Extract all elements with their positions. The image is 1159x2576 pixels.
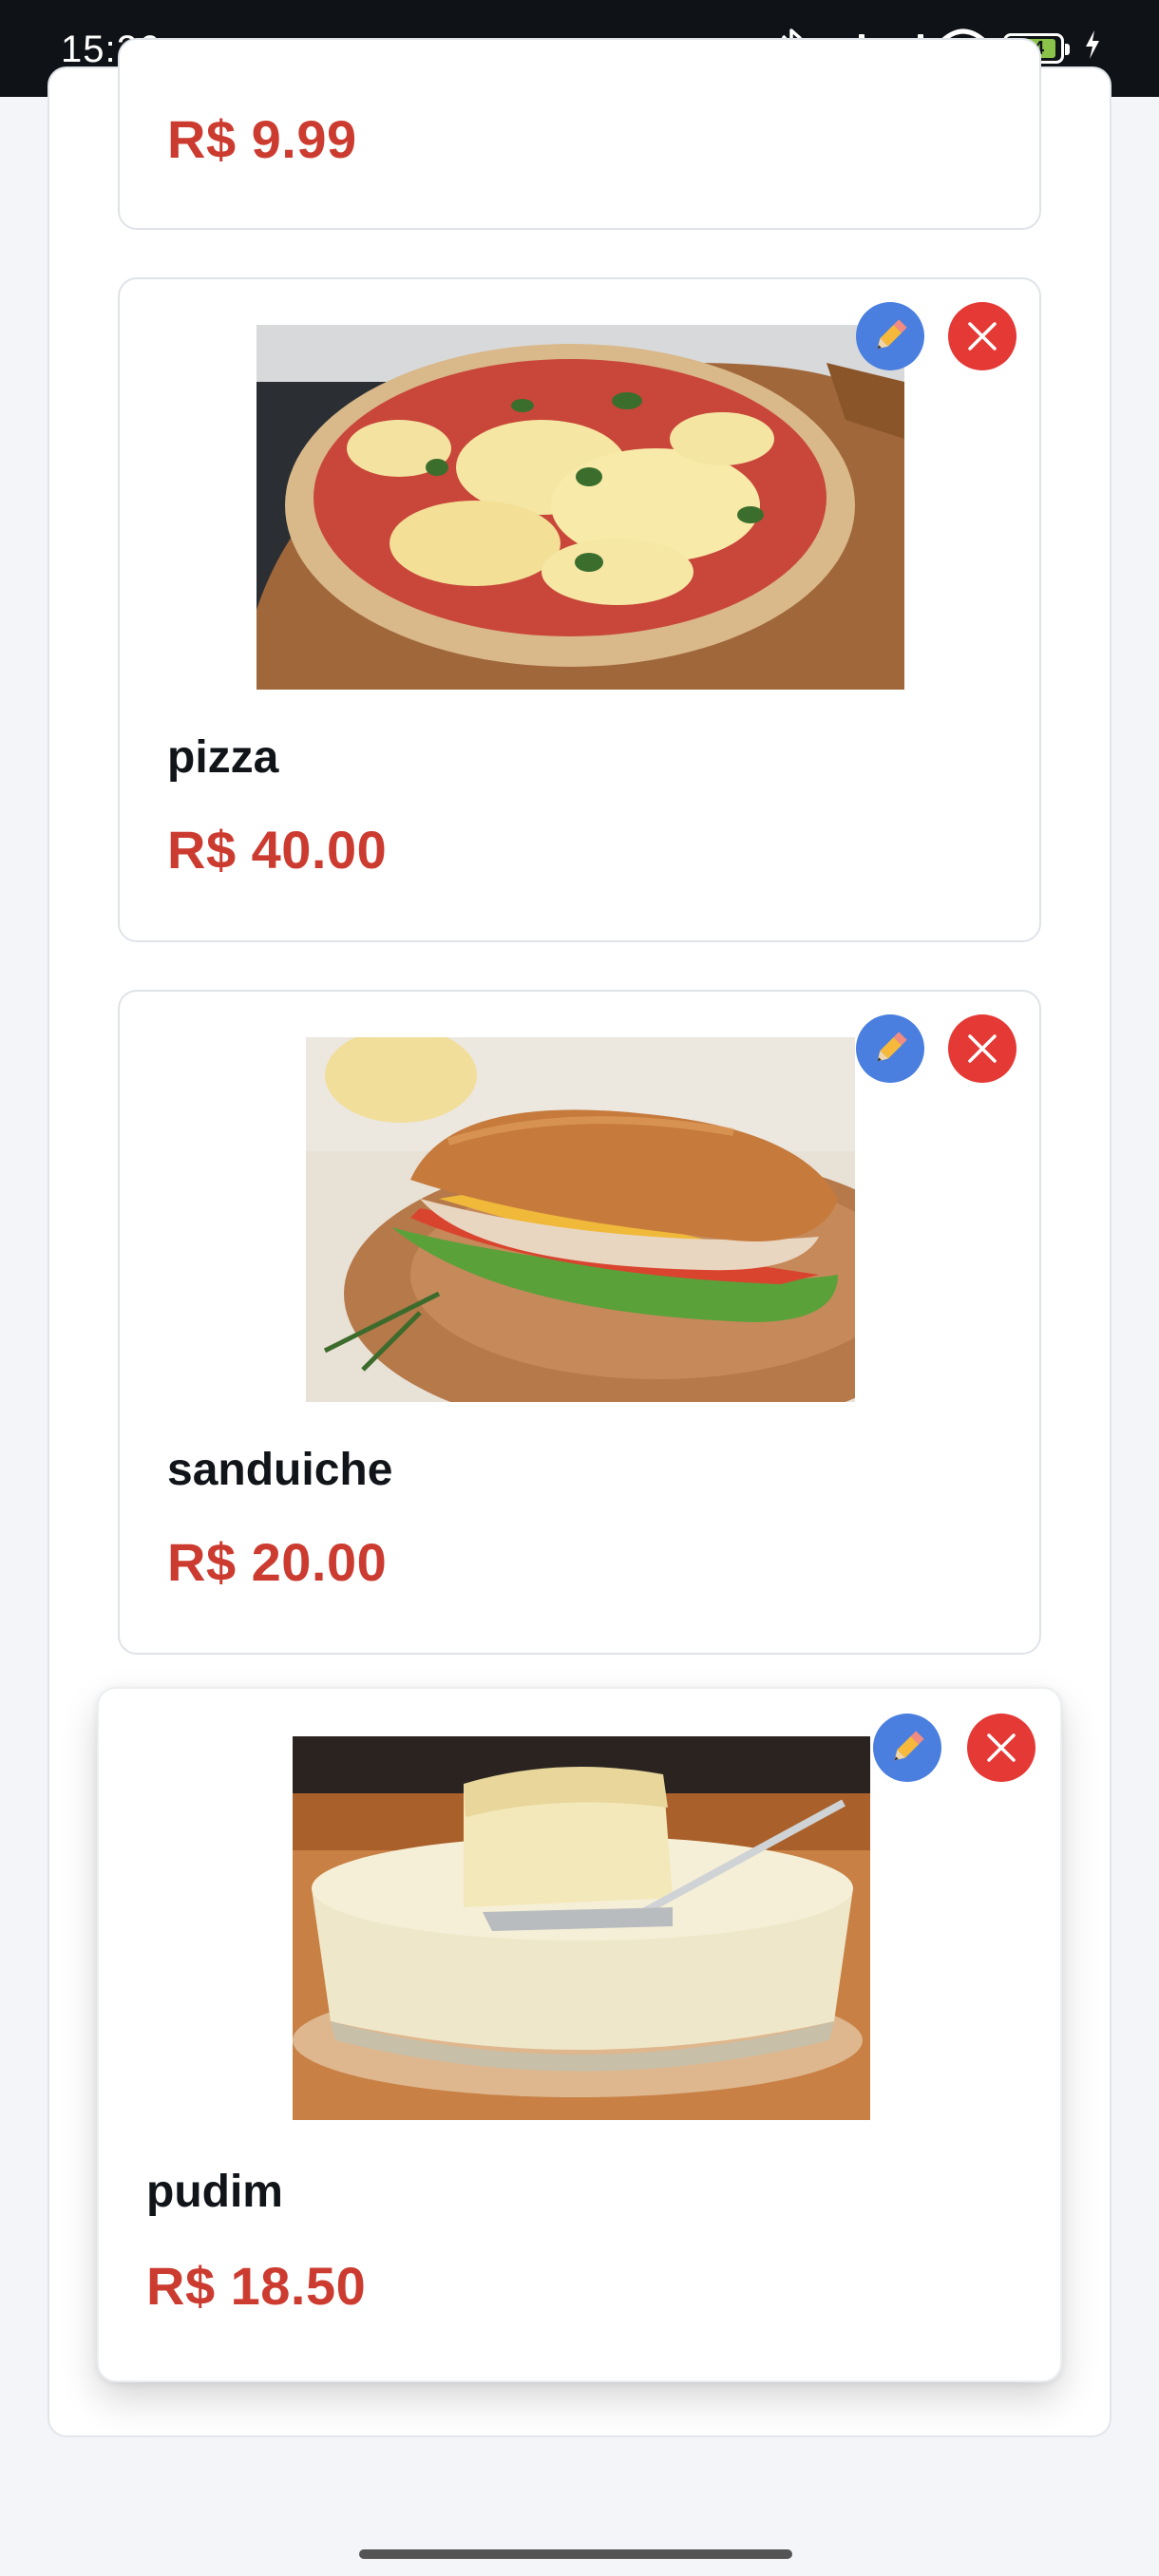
product-card: pizza R$ 40.00: [118, 277, 1041, 942]
product-name: pudim: [146, 2167, 283, 2217]
pencil-icon: [877, 319, 907, 350]
charging-icon: [1083, 28, 1102, 68]
gesture-navigation-bar[interactable]: [359, 2549, 792, 2559]
product-price: R$ 20.00: [167, 1532, 388, 1592]
product-card: R$ 9.99: [118, 38, 1041, 230]
product-card[interactable]: pudim R$ 18.50: [97, 1687, 1062, 2382]
product-price: R$ 9.99: [167, 109, 357, 169]
pencil-icon: [877, 1032, 907, 1062]
edit-button[interactable]: [873, 1714, 941, 1782]
product-name: pizza: [167, 732, 279, 783]
close-icon: [987, 1733, 1016, 1762]
edit-button[interactable]: [856, 1014, 924, 1083]
sandwich-image: [306, 1037, 855, 1402]
pizza-image: [256, 325, 904, 690]
product-price: R$ 40.00: [167, 820, 388, 880]
product-card: sanduiche R$ 20.00: [118, 990, 1041, 1655]
edit-button[interactable]: [856, 302, 924, 370]
close-icon: [968, 1034, 997, 1063]
close-icon: [968, 322, 997, 350]
delete-button[interactable]: [948, 302, 1016, 370]
product-name: sanduiche: [167, 1445, 393, 1495]
product-price: R$ 18.50: [146, 2256, 367, 2316]
delete-button[interactable]: [948, 1014, 1016, 1083]
delete-button[interactable]: [967, 1714, 1036, 1782]
pencil-icon: [894, 1731, 924, 1761]
pudding-image: [293, 1736, 870, 2120]
